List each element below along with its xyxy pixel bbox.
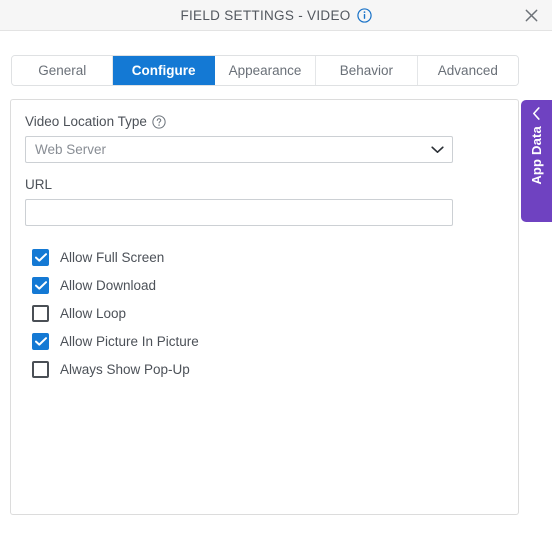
tab-configure[interactable]: Configure	[113, 56, 215, 85]
help-circle-icon[interactable]	[152, 114, 166, 129]
app-data-panel-label: App Data	[529, 126, 544, 185]
checkbox-always-show-pop-up[interactable]	[32, 360, 49, 378]
checkbox-row-allow-download[interactable]: Allow Download	[25, 271, 500, 299]
tab-advanced[interactable]: Advanced	[417, 56, 518, 85]
checkbox-row-always-show-pop-up[interactable]: Always Show Pop-Up	[25, 355, 500, 383]
chevron-left-icon	[532, 107, 541, 120]
checkbox-label-always-show-pop-up: Always Show Pop-Up	[60, 361, 190, 377]
checkbox-allow-download[interactable]	[32, 276, 49, 294]
url-input[interactable]	[25, 199, 453, 226]
close-button[interactable]	[518, 4, 544, 27]
video-location-type-select-wrap: Web Server	[25, 136, 453, 163]
checkbox-label-allow-loop: Allow Loop	[60, 305, 127, 321]
checkbox-label-allow-download: Allow Download	[60, 277, 157, 293]
checkbox-allow-picture-in-picture[interactable]	[32, 332, 49, 350]
checkbox-allow-full-screen[interactable]	[32, 248, 49, 266]
url-label: URL	[25, 177, 53, 192]
checkbox-label-allow-full-screen: Allow Full Screen	[60, 249, 165, 265]
tab-appearance[interactable]: Appearance	[214, 56, 317, 85]
app-data-panel-toggle[interactable]: App Data	[521, 100, 552, 222]
dialog-title-group: FIELD SETTINGS - VIDEO	[180, 7, 372, 23]
checkbox-row-allow-loop[interactable]: Allow Loop	[25, 299, 500, 327]
checkbox-allow-loop[interactable]	[32, 304, 49, 322]
video-location-type-label-text: Video Location Type	[25, 114, 147, 129]
tab-behavior[interactable]: Behavior	[316, 56, 418, 85]
tab-general[interactable]: General	[12, 56, 114, 85]
configure-panel: Video Location Type Web Server URL Allow…	[10, 99, 519, 515]
video-options-checkbox-list: Allow Full Screen Allow Download Allow L…	[25, 243, 500, 383]
checkbox-row-allow-full-screen[interactable]: Allow Full Screen	[25, 243, 500, 271]
checkbox-row-allow-picture-in-picture[interactable]: Allow Picture In Picture	[25, 327, 500, 355]
info-circle-icon[interactable]	[356, 7, 372, 23]
page-title: FIELD SETTINGS - VIDEO	[180, 7, 351, 23]
settings-tabbar: General Configure Appearance Behavior Ad…	[11, 55, 519, 86]
video-location-type-select[interactable]: Web Server	[25, 136, 453, 163]
video-location-type-label: Video Location Type	[25, 114, 500, 129]
checkbox-label-allow-picture-in-picture: Allow Picture In Picture	[60, 333, 199, 349]
dialog-titlebar: FIELD SETTINGS - VIDEO	[0, 0, 552, 31]
